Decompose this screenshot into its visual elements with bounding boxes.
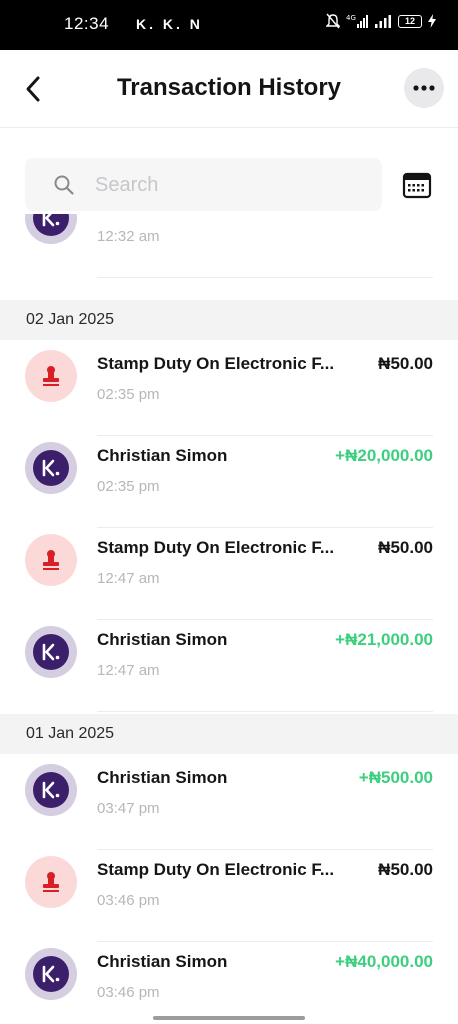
home-indicator[interactable] xyxy=(153,1016,305,1020)
search-bar[interactable] xyxy=(25,158,382,211)
calendar-icon xyxy=(402,172,432,199)
transaction-row[interactable]: 12:32 am xyxy=(0,214,458,278)
transaction-name: Stamp Duty On Electronic F... xyxy=(97,860,335,879)
transaction-name: Christian Simon xyxy=(97,768,228,787)
transaction-row[interactable]: Christian Simon +₦500.00 03:47 pm xyxy=(0,758,458,850)
transaction-row[interactable]: Stamp Duty On Electronic F... ₦50.00 03:… xyxy=(0,850,458,942)
avatar xyxy=(25,534,77,586)
transaction-time: 03:46 pm xyxy=(97,984,160,1001)
transaction-amount: +₦20,000.00 xyxy=(335,446,433,465)
transaction-row[interactable]: Stamp Duty On Electronic F... ₦50.00 12:… xyxy=(0,528,458,620)
stamp-icon xyxy=(43,550,59,570)
transaction-time: 02:35 pm xyxy=(97,478,160,495)
avatar xyxy=(25,856,77,908)
date-group-header: 01 Jan 2025 xyxy=(0,714,458,754)
network-signal-icon: 4G xyxy=(346,14,368,28)
transaction-name: Christian Simon xyxy=(97,952,228,971)
search-input[interactable] xyxy=(95,170,365,200)
transaction-history-screen: 12:34 K. K. N 4G 12 Transaction History … xyxy=(0,0,458,1024)
stamp-icon xyxy=(43,366,59,386)
transaction-amount: ₦50.00 xyxy=(378,354,433,373)
transaction-amount: ₦50.00 xyxy=(378,538,433,557)
kuda-logo-icon xyxy=(42,781,60,799)
calendar-filter-button[interactable] xyxy=(402,170,432,200)
kuda-logo-icon xyxy=(42,214,60,227)
transaction-name: Christian Simon xyxy=(97,630,228,649)
kuda-logo-icon xyxy=(42,965,60,983)
transaction-amount: ₦50.00 xyxy=(378,860,433,879)
status-time: 12:34 xyxy=(64,14,110,33)
transaction-row[interactable]: Christian Simon +₦21,000.00 12:47 am xyxy=(0,620,458,712)
transaction-amount: +₦500.00 xyxy=(358,768,433,787)
svg-text:4G: 4G xyxy=(346,14,356,22)
stamp-icon xyxy=(43,872,59,892)
avatar xyxy=(25,442,77,494)
avatar xyxy=(25,350,77,402)
avatar xyxy=(25,948,77,1000)
ellipsis-icon xyxy=(413,85,435,91)
transaction-name: Christian Simon xyxy=(97,446,228,465)
status-indicators: 4G 12 xyxy=(326,13,436,29)
notification-icons: K. K. N xyxy=(136,16,203,32)
transaction-list: 12:32 am 02 Jan 2025 Stamp Duty On Elect… xyxy=(0,214,458,1024)
transaction-time: 12:47 am xyxy=(97,570,160,587)
avatar xyxy=(25,764,77,816)
transaction-time: 03:47 pm xyxy=(97,800,160,817)
transaction-time: 12:32 am xyxy=(97,228,160,245)
signal-icon xyxy=(375,15,391,28)
search-icon xyxy=(54,175,74,195)
charging-icon xyxy=(428,14,436,28)
kuda-logo-icon xyxy=(42,459,60,477)
battery-icon: 12 xyxy=(398,14,422,28)
more-options-button[interactable] xyxy=(404,68,444,108)
row-divider xyxy=(97,711,433,712)
transaction-row[interactable]: Christian Simon +₦40,000.00 03:46 pm xyxy=(0,942,458,1024)
date-group-header: 02 Jan 2025 xyxy=(0,300,458,340)
transaction-row[interactable]: Christian Simon +₦20,000.00 02:35 pm xyxy=(0,436,458,528)
kuda-logo-icon xyxy=(42,643,60,661)
row-divider xyxy=(97,277,433,278)
mute-icon xyxy=(326,13,340,29)
page-title: Transaction History xyxy=(116,74,342,101)
app-header: Transaction History xyxy=(0,50,458,128)
transaction-time: 03:46 pm xyxy=(97,892,160,909)
transaction-name: Stamp Duty On Electronic F... xyxy=(97,354,335,373)
avatar xyxy=(25,214,77,244)
avatar xyxy=(25,626,77,678)
transaction-name: Stamp Duty On Electronic F... xyxy=(97,538,335,557)
transaction-time: 12:47 am xyxy=(97,662,160,679)
transaction-amount: +₦40,000.00 xyxy=(335,952,433,971)
transaction-time: 02:35 pm xyxy=(97,386,160,403)
transaction-amount: +₦21,000.00 xyxy=(335,630,433,649)
transaction-row[interactable]: Stamp Duty On Electronic F... ₦50.00 02:… xyxy=(0,344,458,436)
status-bar: 12:34 K. K. N 4G 12 xyxy=(0,0,458,50)
